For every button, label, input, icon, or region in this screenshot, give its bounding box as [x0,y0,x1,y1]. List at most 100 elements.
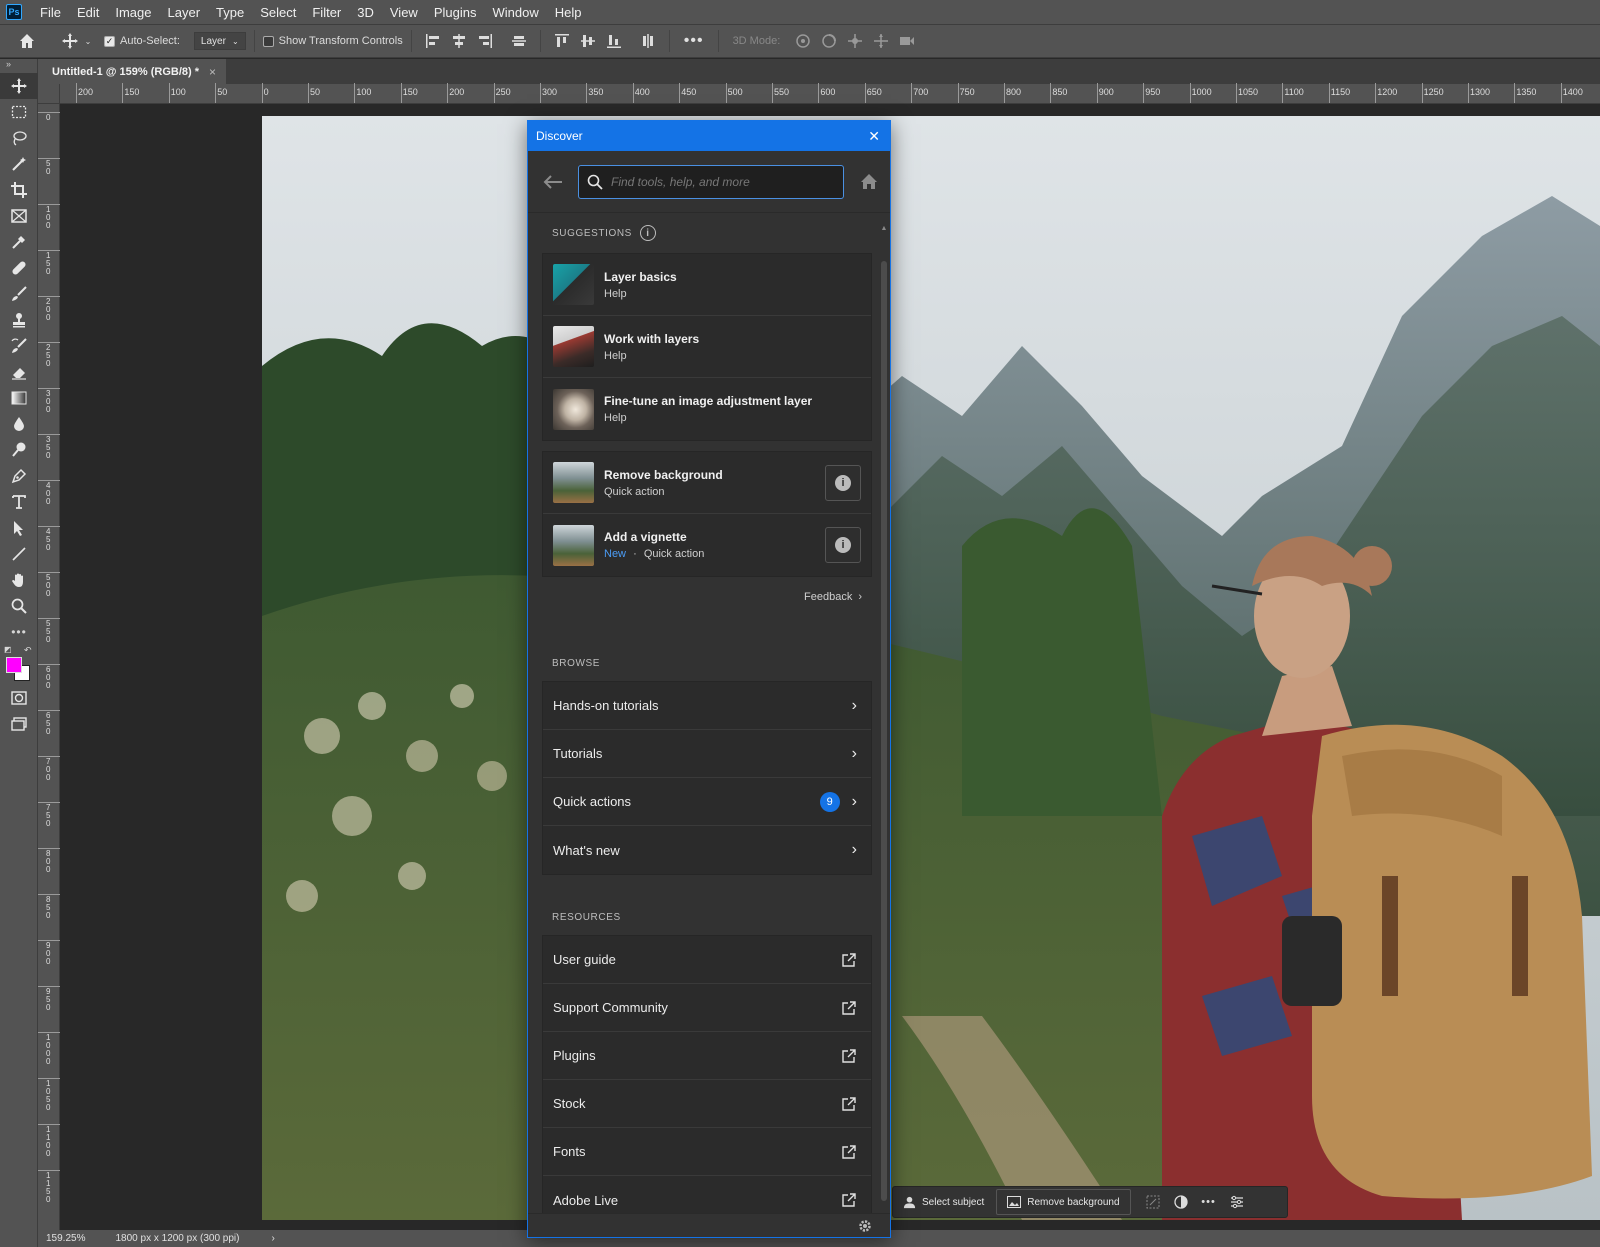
edit-toolbar-button[interactable]: ••• [0,619,38,645]
gradient-tool[interactable] [0,385,38,411]
dodge-tool[interactable] [0,437,38,463]
back-button[interactable] [542,171,564,193]
align-right-edges-icon[interactable] [476,32,494,50]
suggestion-work-with-layers[interactable]: Work with layers Help [543,316,871,378]
eraser-tool[interactable] [0,359,38,385]
more-options-icon[interactable]: ••• [684,32,704,50]
line-tool[interactable] [0,541,38,567]
browse-tutorials[interactable]: Tutorials › [543,730,871,778]
clone-stamp-tool[interactable] [0,307,38,333]
suggestion-fine-tune-adjustment-layer[interactable]: Fine-tune an image adjustment layer Help [543,378,871,440]
blur-tool[interactable] [0,411,38,437]
browse-hands-on-tutorials[interactable]: Hands-on tutorials › [543,682,871,730]
adjustment-button[interactable] [1167,1189,1195,1215]
healing-brush-tool[interactable] [0,255,38,281]
3d-roll-icon[interactable] [820,32,838,50]
close-icon[interactable]: ✕ [868,128,880,145]
3d-pan-icon[interactable] [846,32,864,50]
auto-select-checkbox[interactable]: ✓ Auto-Select: [104,29,180,53]
scrollbar-thumb[interactable] [881,261,887,1201]
ruler-corner[interactable] [38,84,60,104]
close-icon[interactable]: × [209,65,216,79]
home-button[interactable] [0,29,54,53]
zoom-level[interactable]: 159.25% [46,1233,85,1244]
path-selection-tool[interactable] [0,515,38,541]
pen-tool[interactable] [0,463,38,489]
quick-action-remove-background[interactable]: Remove background Quick action i [543,452,871,514]
info-icon[interactable]: i [639,225,656,241]
remove-background-button[interactable]: Remove background [996,1189,1131,1215]
quick-action-info-button[interactable]: i [825,464,861,501]
move-tool-preset-button[interactable]: ⌄ [54,29,98,53]
show-transform-controls-checkbox[interactable]: Show Transform Controls [262,29,403,53]
menu-view[interactable]: View [382,5,426,20]
menu-edit[interactable]: Edit [69,5,107,20]
resource-user-guide[interactable]: User guide [543,936,871,984]
quick-action-add-vignette[interactable]: Add a vignette New · Quick action i [543,514,871,576]
menu-select[interactable]: Select [252,5,304,20]
foreground-color-swatch[interactable] [6,657,22,673]
discover-search-box[interactable] [578,164,844,199]
crop-tool[interactable] [0,177,38,203]
gear-icon[interactable] [858,1219,872,1233]
resource-fonts[interactable]: Fonts [543,1128,871,1176]
vertical-ruler[interactable]: 0 5 0 1 0 0 1 5 0 2 0 0 2 5 0 3 0 0 3 5 0 4 0 0 4… [38,104,60,1230]
document-image[interactable] [262,116,1600,1220]
align-vertical-icon[interactable] [639,32,657,50]
resource-stock[interactable]: Stock [543,1080,871,1128]
3d-orbit-icon[interactable] [794,32,812,50]
3d-slide-icon[interactable] [872,32,890,50]
resource-support-community[interactable]: Support Community [543,984,871,1032]
menu-filter[interactable]: Filter [304,5,349,20]
align-top-edges-icon[interactable] [553,32,571,50]
magic-wand-tool[interactable] [0,151,38,177]
3d-scale-icon[interactable] [898,32,916,50]
hand-tool[interactable] [0,567,38,593]
browse-quick-actions[interactable]: Quick actions 9 › [543,778,871,826]
align-left-edges-icon[interactable] [424,32,442,50]
menu-window[interactable]: Window [484,5,546,20]
lasso-tool[interactable] [0,125,38,151]
horizontal-ruler[interactable]: 200 150 100 50 0 50 100 150 200 250 300 350 400 450 50… [60,83,1600,104]
discover-home-button[interactable] [858,171,880,193]
generative-fill-button[interactable] [1139,1189,1167,1215]
browse-whats-new[interactable]: What's new › [543,826,871,874]
menu-help[interactable]: Help [547,5,590,20]
align-bottom-edges-icon[interactable] [605,32,623,50]
swap-colors-icon[interactable]: ↶ [24,645,32,656]
align-horizontal-icon[interactable] [510,32,528,50]
frame-tool[interactable] [0,203,38,229]
status-menu-arrow-icon[interactable]: › [271,1233,274,1244]
quick-mask-button[interactable] [0,685,38,711]
discover-title-bar[interactable]: Discover ✕ [528,121,890,151]
resource-plugins[interactable]: Plugins [543,1032,871,1080]
menu-3d[interactable]: 3D [349,5,382,20]
bar-settings-button[interactable] [1223,1189,1251,1215]
history-brush-tool[interactable] [0,333,38,359]
collapse-panel-icon[interactable]: » [0,59,37,73]
suggestion-layer-basics[interactable]: Layer basics Help [543,254,871,316]
brush-tool[interactable] [0,281,38,307]
menu-type[interactable]: Type [208,5,252,20]
align-horizontal-centers-icon[interactable] [450,32,468,50]
color-swatches[interactable]: ◩ ↶ [0,645,38,685]
scroll-up-icon[interactable]: ▲ [880,225,888,232]
screen-mode-button[interactable] [0,711,38,737]
menu-file[interactable]: File [32,5,69,20]
move-tool[interactable] [0,73,38,99]
discover-scrollbar[interactable]: ▲ [880,225,888,1205]
marquee-tool[interactable] [0,99,38,125]
menu-layer[interactable]: Layer [160,5,209,20]
auto-select-target-dropdown[interactable]: Layer ⌄ [193,32,246,50]
align-vertical-centers-icon[interactable] [579,32,597,50]
feedback-link[interactable]: Feedback › [528,583,890,611]
quick-action-info-button[interactable]: i [825,527,861,563]
menu-image[interactable]: Image [107,5,159,20]
eyedropper-tool[interactable] [0,229,38,255]
document-tab[interactable]: Untitled-1 @ 159% (RGB/8) * × [38,59,227,84]
discover-content[interactable]: ▲ SUGGESTIONS i Layer basics Help Work w… [528,213,890,1213]
resource-adobe-live[interactable]: Adobe Live [543,1176,871,1213]
discover-search-input[interactable] [611,174,835,189]
menu-plugins[interactable]: Plugins [426,5,485,20]
select-subject-button[interactable]: Select subject [893,1189,994,1215]
